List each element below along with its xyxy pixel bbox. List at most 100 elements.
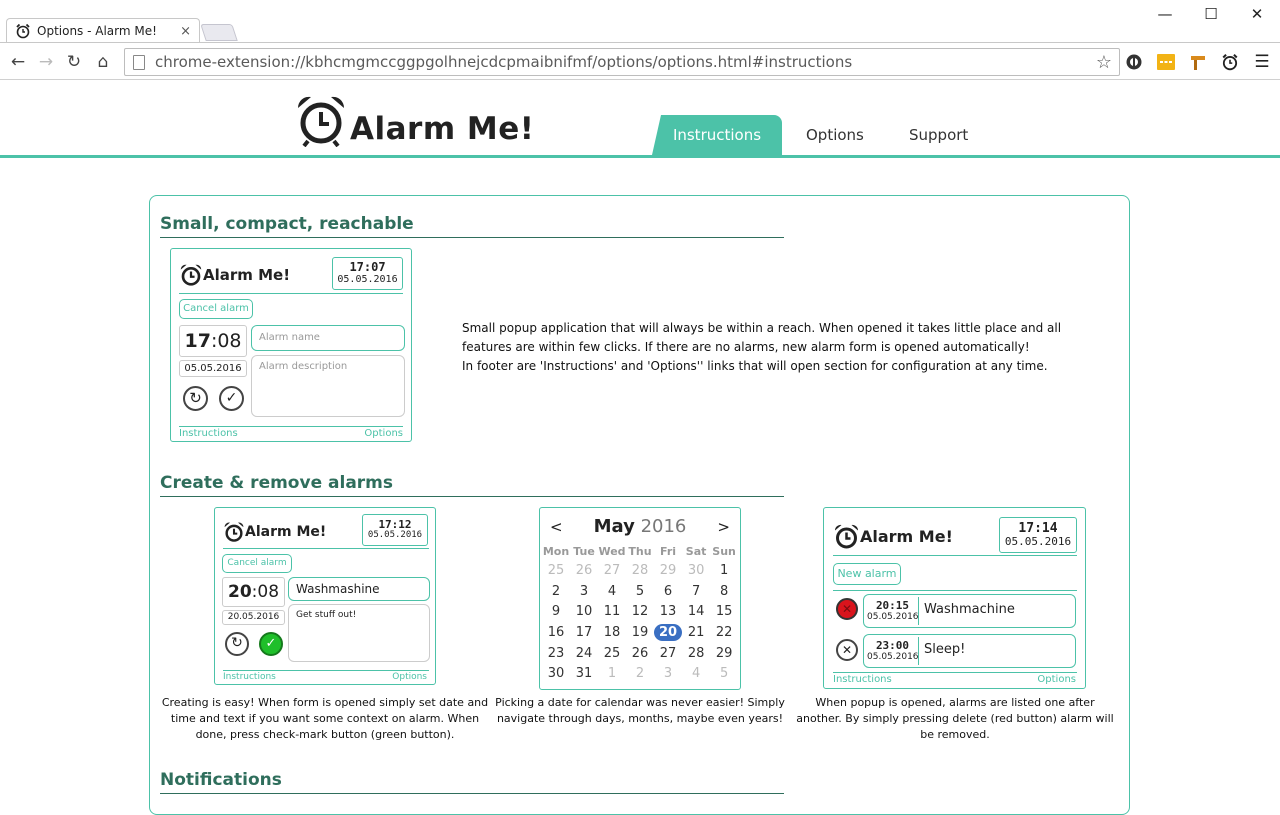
calendar-day[interactable]: 26 [570, 560, 598, 581]
alarm-description-input[interactable]: Alarm description [251, 355, 405, 417]
repeat-icon[interactable]: ↻ [183, 386, 208, 411]
calendar-day[interactable]: 1 [598, 663, 626, 684]
calendar-day[interactable]: 27 [654, 643, 682, 664]
calendar-day[interactable]: 30 [682, 560, 710, 581]
extension-shield-icon[interactable] [1125, 53, 1143, 71]
new-tab-button[interactable] [200, 24, 238, 41]
date-picker[interactable]: 05.05.2016 [179, 360, 247, 377]
forward-arrow-icon[interactable]: → [36, 52, 56, 72]
address-bar[interactable]: chrome-extension://kbhcmgmccggpgolhnejcd… [124, 48, 1120, 76]
alarm-list-item[interactable]: 20:15 05.05.2016 Washmachine [863, 594, 1076, 628]
reload-icon[interactable]: ↻ [64, 52, 84, 72]
calendar-day[interactable]: 5 [710, 663, 738, 684]
cancel-alarm-button[interactable]: Cancel alarm [222, 554, 292, 573]
home-icon[interactable]: ⌂ [93, 52, 113, 72]
calendar-day[interactable]: 25 [598, 643, 626, 664]
bookmark-star-icon[interactable]: ☆ [1096, 52, 1112, 73]
time-picker[interactable]: 17:08 [179, 325, 247, 357]
extension-alarm-clock-icon[interactable] [1221, 53, 1239, 71]
calendar-day[interactable]: 5 [626, 581, 654, 602]
calendar-day[interactable]: 3 [570, 581, 598, 602]
site-logo[interactable]: Alarm Me! [294, 93, 534, 147]
calendar-day[interactable]: 16 [542, 622, 570, 643]
alarm-name-input[interactable]: Alarm name [251, 325, 405, 351]
alarm-list-item[interactable]: 23:00 05.05.2016 Sleep! [863, 634, 1076, 668]
caption-line: another. By simply pressing delete (red … [796, 712, 1114, 725]
calendar-day[interactable]: 9 [542, 601, 570, 622]
close-window-button[interactable]: ✕ [1234, 4, 1280, 24]
calendar-day[interactable]: 28 [626, 560, 654, 581]
popup-footer-divider [223, 670, 429, 671]
calendar-day[interactable]: 1 [710, 560, 738, 581]
calendar-day[interactable]: 31 [570, 663, 598, 684]
cancel-alarm-button[interactable]: Cancel alarm [179, 299, 253, 319]
clock-date: 05.05.2016 [337, 274, 398, 286]
popup-footer-divider [833, 672, 1077, 673]
calendar-day[interactable]: 10 [570, 601, 598, 622]
minimize-button[interactable]: — [1142, 4, 1188, 24]
popup-logo-text: Alarm Me! [860, 527, 953, 546]
calendar-next-button[interactable]: > [717, 518, 730, 536]
time-picker[interactable]: 20:08 [222, 577, 285, 607]
calendar-day[interactable]: 19 [626, 622, 654, 643]
calendar-day[interactable]: 4 [598, 581, 626, 602]
clock-date: 05.05.2016 [367, 530, 423, 541]
calendar-day[interactable]: 20 [654, 622, 683, 643]
calendar-day[interactable]: 17 [570, 622, 598, 643]
nav-tab-options[interactable]: Options [806, 115, 864, 155]
footer-link-instructions[interactable]: Instructions [833, 674, 892, 685]
calendar-day[interactable]: 28 [682, 643, 710, 664]
footer-link-instructions[interactable]: Instructions [223, 672, 276, 682]
calendar-day[interactable]: 6 [654, 581, 682, 602]
calendar-day[interactable]: 30 [542, 663, 570, 684]
calendar-day[interactable]: 21 [682, 622, 710, 643]
extension-hammer-icon[interactable] [1189, 53, 1207, 71]
date-picker[interactable]: 20.05.2016 [222, 610, 285, 625]
delete-red-icon[interactable]: ✕ [836, 598, 858, 620]
footer-link-instructions[interactable]: Instructions [179, 428, 238, 439]
calendar-day[interactable]: 23 [542, 643, 570, 664]
calendar-day[interactable]: 29 [710, 643, 738, 664]
calendar-day[interactable]: 2 [626, 663, 654, 684]
delete-icon[interactable]: ✕ [836, 639, 858, 661]
nav-tab-instructions[interactable]: Instructions [652, 115, 782, 155]
calendar-day[interactable]: 8 [710, 581, 738, 602]
tab-close-icon[interactable]: × [180, 24, 191, 39]
popup-alarm-clock-icon [224, 522, 244, 542]
popup-divider [833, 555, 1077, 556]
green-check-icon[interactable]: ✓ [259, 632, 283, 656]
check-icon[interactable]: ✓ [219, 386, 244, 411]
alarm-name: Sleep! [924, 642, 966, 657]
calendar-day[interactable]: 25 [542, 560, 570, 581]
section-title-compact: Small, compact, reachable [160, 214, 784, 238]
repeat-icon[interactable]: ↻ [225, 632, 249, 656]
alarm-description-input[interactable]: Get stuff out! [288, 604, 430, 662]
nav-tab-support[interactable]: Support [909, 115, 968, 155]
calendar-day[interactable]: 12 [626, 601, 654, 622]
calendar-day[interactable]: 11 [598, 601, 626, 622]
browser-tab[interactable]: Options - Alarm Me! × [6, 18, 200, 43]
calendar-day[interactable]: 2 [542, 581, 570, 602]
footer-link-options[interactable]: Options [364, 428, 403, 439]
calendar-day[interactable]: 3 [654, 663, 682, 684]
calendar-day[interactable]: 4 [682, 663, 710, 684]
calendar-day[interactable]: 22 [710, 622, 738, 643]
caption-line: Picking a date for calendar was never ea… [495, 696, 785, 709]
calendar-day[interactable]: 24 [570, 643, 598, 664]
back-arrow-icon[interactable]: ← [8, 52, 28, 72]
new-alarm-button[interactable]: New alarm [833, 563, 901, 585]
menu-icon[interactable]: ☰ [1253, 53, 1271, 71]
calendar-day[interactable]: 14 [682, 601, 710, 622]
calendar-day[interactable]: 7 [682, 581, 710, 602]
footer-link-options[interactable]: Options [1037, 674, 1076, 685]
calendar-day[interactable]: 18 [598, 622, 626, 643]
calendar-day[interactable]: 29 [654, 560, 682, 581]
maximize-button[interactable]: ☐ [1188, 4, 1234, 24]
footer-link-options[interactable]: Options [392, 672, 427, 682]
calendar-day[interactable]: 26 [626, 643, 654, 664]
calendar-day[interactable]: 27 [598, 560, 626, 581]
calendar-day[interactable]: 15 [710, 601, 738, 622]
extension-dots-icon[interactable] [1157, 53, 1175, 71]
calendar-day[interactable]: 13 [654, 601, 682, 622]
alarm-name-input[interactable]: Washmashine [288, 577, 430, 601]
